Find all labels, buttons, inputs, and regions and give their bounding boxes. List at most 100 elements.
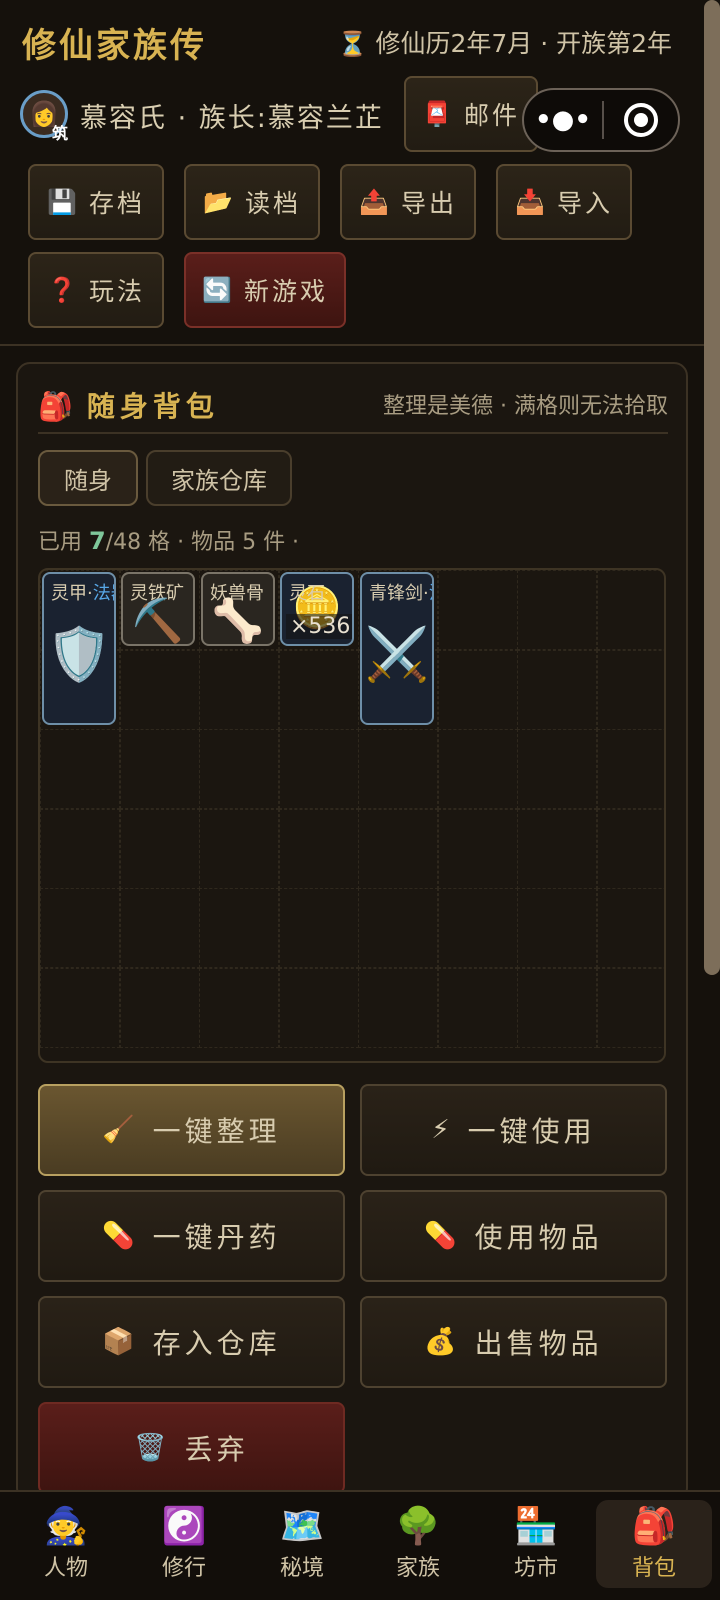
inventory-slot[interactable] bbox=[596, 729, 664, 809]
inventory-slot[interactable] bbox=[596, 649, 664, 730]
discard-button[interactable]: 🗑️ 丢弃 bbox=[38, 1402, 345, 1494]
auto-use-button[interactable]: ⚡ 一键使用 bbox=[360, 1084, 667, 1176]
bag-usage: 已用 7/48 格 · 物品 5 件 · bbox=[38, 524, 299, 556]
nav-secret-realm[interactable]: 🗺️ 秘境 bbox=[244, 1500, 360, 1588]
item-quality: 法器 bbox=[429, 583, 432, 604]
inventory-slot[interactable] bbox=[278, 808, 359, 889]
target-icon bbox=[624, 103, 658, 137]
inventory-slot[interactable] bbox=[596, 570, 664, 650]
item-name: 灵甲· bbox=[51, 583, 93, 604]
store-warehouse-button[interactable]: 📦 存入仓库 bbox=[38, 1296, 345, 1388]
bone-icon: 🦴 bbox=[211, 596, 265, 645]
inventory-item[interactable]: 青锋剑·法器 ⚔️ bbox=[360, 572, 434, 725]
tab-clan-warehouse[interactable]: 家族仓库 bbox=[146, 450, 292, 506]
inventory-slot[interactable] bbox=[437, 649, 518, 730]
item-quality: 法器 bbox=[92, 583, 114, 604]
inventory-slot[interactable] bbox=[517, 808, 597, 889]
inventory-slot[interactable] bbox=[119, 967, 200, 1048]
nav-character[interactable]: 🧙 人物 bbox=[8, 1500, 124, 1588]
new-game-button[interactable]: 🔄 新游戏 bbox=[184, 252, 346, 328]
inventory-slot[interactable] bbox=[517, 967, 597, 1048]
inventory-slot[interactable] bbox=[596, 808, 664, 889]
inventory-slot[interactable] bbox=[278, 649, 359, 730]
folder-open-icon: 📂 bbox=[203, 188, 233, 216]
inventory-item[interactable]: 妖兽骨 🦴 bbox=[201, 572, 275, 646]
inventory-slot[interactable] bbox=[278, 888, 359, 968]
auto-pill-button[interactable]: 💊 一键丹药 bbox=[38, 1190, 345, 1282]
new-game-label: 新游戏 bbox=[243, 277, 328, 306]
auto-sort-button[interactable]: 🧹 一键整理 bbox=[38, 1084, 345, 1176]
bag-hint: 整理是美德 · 满格则无法拾取 bbox=[383, 394, 668, 419]
mail-button[interactable]: 📮 邮件 bbox=[404, 76, 538, 152]
import-label: 导入 bbox=[556, 189, 613, 218]
inventory-slot[interactable] bbox=[199, 888, 279, 968]
inventory-slot[interactable] bbox=[437, 570, 518, 650]
inventory-slot[interactable] bbox=[119, 808, 200, 889]
inventory-slot[interactable] bbox=[199, 729, 279, 809]
inventory-slot[interactable] bbox=[596, 888, 664, 968]
auto-use-label: 一键使用 bbox=[467, 1115, 596, 1148]
crossed-swords-icon: ⚔️ bbox=[364, 625, 430, 685]
money-bag-icon: 💰 bbox=[424, 1327, 457, 1357]
package-icon: 📦 bbox=[102, 1327, 135, 1357]
inventory-slot[interactable] bbox=[437, 808, 518, 889]
item-name: 青锋剑· bbox=[369, 583, 429, 604]
inventory-slot[interactable] bbox=[119, 649, 200, 730]
load-label: 读档 bbox=[244, 189, 301, 218]
question-mark-icon: ❓ bbox=[47, 276, 77, 304]
hourglass-icon: ⏳ bbox=[337, 30, 368, 58]
inventory-slot[interactable] bbox=[119, 888, 200, 968]
inventory-slot[interactable] bbox=[596, 967, 664, 1048]
inventory-slot[interactable] bbox=[358, 967, 438, 1048]
inventory-slot[interactable] bbox=[437, 888, 518, 968]
nav-clan[interactable]: 🌳 家族 bbox=[360, 1500, 476, 1588]
inventory-slot[interactable] bbox=[40, 888, 120, 968]
tab-personal[interactable]: 随身 bbox=[38, 450, 138, 506]
close-miniprogram-button[interactable] bbox=[604, 103, 678, 137]
inventory-slot[interactable] bbox=[517, 888, 597, 968]
broom-icon: 🧹 bbox=[102, 1115, 135, 1145]
inventory-slot[interactable] bbox=[119, 729, 200, 809]
sell-item-button[interactable]: 💰 出售物品 bbox=[360, 1296, 667, 1388]
how-to-play-button[interactable]: ❓ 玩法 bbox=[28, 252, 164, 328]
page-scrollbar[interactable] bbox=[704, 0, 720, 975]
inventory-slot[interactable] bbox=[437, 729, 518, 809]
inventory-slot[interactable] bbox=[40, 808, 120, 889]
mail-label: 邮件 bbox=[463, 101, 520, 130]
inventory-slot[interactable] bbox=[199, 808, 279, 889]
inventory-slot[interactable] bbox=[278, 967, 359, 1048]
use-item-label: 使用物品 bbox=[474, 1221, 603, 1254]
inventory-slot[interactable] bbox=[40, 967, 120, 1048]
nav-market[interactable]: 🏪 坊市 bbox=[478, 1500, 594, 1588]
app-title: 修仙家族传 bbox=[22, 26, 207, 66]
inventory-slot[interactable] bbox=[358, 729, 438, 809]
use-item-button[interactable]: 💊 使用物品 bbox=[360, 1190, 667, 1282]
nav-label: 背包 bbox=[631, 1556, 676, 1581]
lightning-icon: ⚡ bbox=[431, 1115, 450, 1145]
inventory-slot[interactable] bbox=[517, 649, 597, 730]
auto-pill-label: 一键丹药 bbox=[152, 1221, 281, 1254]
inventory-slot[interactable] bbox=[517, 570, 597, 650]
nav-backpack[interactable]: 🎒 背包 bbox=[596, 1500, 712, 1588]
yin-yang-icon: ☯️ bbox=[161, 1506, 207, 1547]
inventory-slot[interactable] bbox=[437, 967, 518, 1048]
more-menu-icon[interactable]: •●• bbox=[524, 105, 602, 135]
inventory-slot[interactable] bbox=[358, 808, 438, 889]
inventory-slot[interactable] bbox=[278, 729, 359, 809]
inventory-item[interactable]: 🪙 灵石 ×536 bbox=[280, 572, 354, 646]
inventory-item[interactable]: 灵甲·法器 🛡️ bbox=[42, 572, 116, 725]
nav-cultivation[interactable]: ☯️ 修行 bbox=[126, 1500, 242, 1588]
inventory-item[interactable]: 灵铁矿 ⛏️ bbox=[121, 572, 195, 646]
save-button[interactable]: 💾 存档 bbox=[28, 164, 164, 240]
inventory-slot[interactable] bbox=[517, 729, 597, 809]
trash-icon: 🗑️ bbox=[134, 1433, 167, 1463]
inventory-slot[interactable] bbox=[40, 729, 120, 809]
inventory-slot[interactable] bbox=[199, 649, 279, 730]
import-button[interactable]: 📥 导入 bbox=[496, 164, 632, 240]
inventory-slot[interactable] bbox=[358, 888, 438, 968]
inventory-slot[interactable] bbox=[199, 967, 279, 1048]
nav-label: 坊市 bbox=[513, 1556, 558, 1581]
load-button[interactable]: 📂 读档 bbox=[184, 164, 320, 240]
bag-title: 🎒 随身背包 bbox=[38, 385, 219, 425]
export-button[interactable]: 📤 导出 bbox=[340, 164, 476, 240]
